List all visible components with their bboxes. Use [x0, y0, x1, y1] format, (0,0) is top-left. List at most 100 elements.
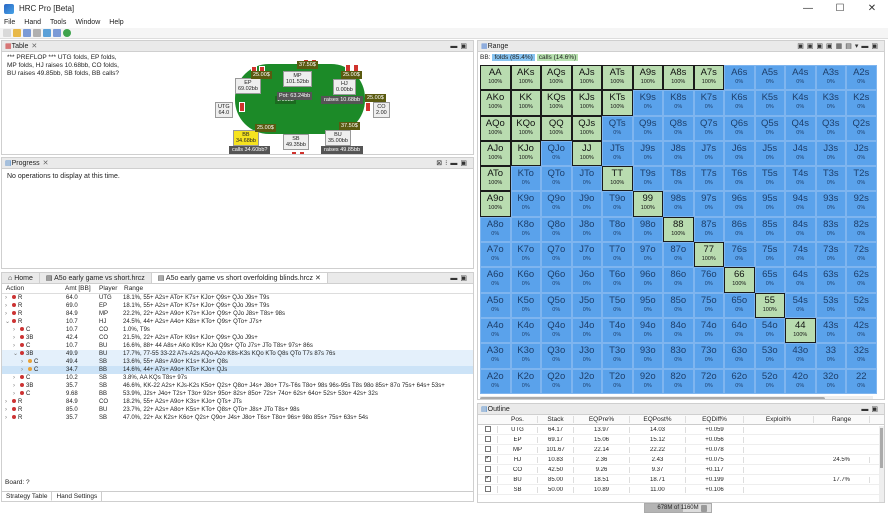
- range-cell-t2o[interactable]: T2o 0%: [602, 368, 633, 394]
- open-folder-icon[interactable]: [13, 29, 21, 37]
- table-row[interactable]: › R 85.0 BU 23.7%, 22+ A2s+ A8o+ K5s+ KTo+ Q…: [2, 406, 473, 414]
- range-cell-72s[interactable]: 72s 0%: [846, 242, 877, 268]
- outline-row[interactable]: EP 69.17 15.06 15.12 +0.056: [478, 435, 884, 445]
- range-cell-k6o[interactable]: K6o 0%: [510, 267, 541, 293]
- seat-utg[interactable]: UTG 64.0: [215, 102, 233, 118]
- expand-arrow-icon[interactable]: ›: [13, 390, 18, 398]
- run-icon[interactable]: [63, 29, 71, 37]
- range-cell-87o[interactable]: 87o 0%: [663, 242, 694, 268]
- table-row[interactable]: › R 84.9 MP 22.2%, 22+ A2s+ A9o+ K7s+ KJo+ Q…: [2, 310, 473, 318]
- range-cell-k5s[interactable]: K5s 0%: [754, 90, 785, 116]
- range-cell-a7o[interactable]: A7o 0%: [480, 242, 511, 268]
- range-cell-a9s[interactable]: A9s 100%: [632, 65, 663, 91]
- range-cell-64o[interactable]: 64o 0%: [724, 317, 755, 344]
- range-cell-j6o[interactable]: J6o 0%: [571, 267, 602, 293]
- range-cell-kjo[interactable]: KJo 100%: [510, 140, 541, 167]
- range-cell-q7o[interactable]: Q7o 0%: [541, 242, 572, 268]
- range-cell-q5o[interactable]: Q5o 0%: [541, 292, 572, 318]
- row-checkbox[interactable]: [484, 456, 491, 463]
- pane-minmax-icon[interactable]: ▬▣: [450, 274, 470, 282]
- range-cell-q6s[interactable]: Q6s 0%: [724, 115, 755, 141]
- col-pos[interactable]: Pos.: [498, 416, 538, 423]
- range-cell-a3o[interactable]: A3o 0%: [480, 343, 511, 369]
- row-checkbox[interactable]: [484, 466, 491, 473]
- range-cell-qq[interactable]: QQ 100%: [541, 115, 572, 141]
- range-cell-97o[interactable]: 97o 0%: [632, 242, 663, 268]
- range-view-icons[interactable]: ▣▣▣▣▦▤▾▬▣: [797, 42, 881, 50]
- range-cell-52o[interactable]: 52o 0%: [754, 368, 785, 394]
- range-cell-95s[interactable]: 95s 0%: [754, 191, 785, 217]
- range-cell-t5s[interactable]: T5s 0%: [754, 166, 785, 192]
- outline-vertical-scrollbar[interactable]: [879, 426, 884, 502]
- range-cell-q7s[interactable]: Q7s 0%: [693, 115, 724, 141]
- range-cell-q9s[interactable]: Q9s 0%: [632, 115, 663, 141]
- range-cell-t8o[interactable]: T8o 0%: [602, 216, 633, 243]
- range-cell-j8o[interactable]: J8o 0%: [571, 216, 602, 243]
- expand-arrow-icon[interactable]: ›: [5, 406, 10, 414]
- calculate-icon[interactable]: [43, 29, 51, 37]
- range-cell-t4s[interactable]: T4s 0%: [785, 166, 816, 192]
- minimize-button[interactable]: —: [792, 0, 824, 17]
- range-cell-q4s[interactable]: Q4s 0%: [785, 115, 816, 141]
- range-cell-75o[interactable]: 75o 0%: [693, 292, 724, 318]
- seat-co[interactable]: CO 2.00: [373, 102, 390, 118]
- range-cell-t7s[interactable]: T7s 0%: [693, 166, 724, 192]
- range-cell-t2s[interactable]: T2s 0%: [846, 166, 877, 192]
- range-cell-j3o[interactable]: J3o 0%: [571, 343, 602, 369]
- range-cell-j7s[interactable]: J7s 0%: [693, 140, 724, 167]
- range-cell-k3o[interactable]: K3o 0%: [510, 343, 541, 369]
- scrollbar-thumb[interactable]: [880, 428, 883, 468]
- range-cell-ajo[interactable]: AJo 100%: [480, 140, 511, 167]
- seat-ep[interactable]: EP 69.02bb: [235, 78, 261, 94]
- range-cell-t7o[interactable]: T7o 0%: [602, 242, 633, 268]
- table-row[interactable]: › C 9.68 BB 53.9%, J2s+ J4o+ T2s+ T3o+ 92s+ …: [2, 390, 473, 398]
- range-cell-j2s[interactable]: J2s 0%: [846, 140, 877, 167]
- col-range[interactable]: Range: [814, 416, 870, 423]
- tab-file-1[interactable]: ▤ A5o early game vs short.hrcz: [40, 273, 152, 283]
- range-cell-ajs[interactable]: AJs 100%: [571, 65, 602, 91]
- close-icon[interactable]: ✕: [43, 159, 49, 167]
- range-cell-73s[interactable]: 73s 0%: [815, 242, 846, 268]
- range-cell-a8s[interactable]: A8s 100%: [663, 65, 694, 91]
- range-cell-k2o[interactable]: K2o 0%: [510, 368, 541, 394]
- print-icon[interactable]: [33, 29, 41, 37]
- row-checkbox[interactable]: [484, 446, 491, 453]
- range-cell-54o[interactable]: 54o 0%: [754, 317, 785, 344]
- range-cell-88[interactable]: 88 100%: [663, 216, 694, 243]
- save-icon[interactable]: [23, 29, 31, 37]
- expand-arrow-icon[interactable]: ›: [21, 358, 26, 366]
- col-eqpre[interactable]: EQPre%: [574, 416, 630, 423]
- outline-row[interactable]: MP 101.67 22.14 22.22 +0.078: [478, 445, 884, 455]
- range-cell-33[interactable]: 33 0%: [815, 343, 846, 369]
- range-cell-a2o[interactable]: A2o 0%: [480, 368, 511, 394]
- expand-arrow-icon[interactable]: ›: [5, 294, 10, 302]
- range-cell-j4s[interactable]: J4s 0%: [785, 140, 816, 167]
- range-cell-aqs[interactable]: AQs 100%: [541, 65, 572, 91]
- range-cell-82o[interactable]: 82o 0%: [663, 368, 694, 394]
- range-cell-t5o[interactable]: T5o 0%: [602, 292, 633, 318]
- range-cell-84s[interactable]: 84s 0%: [785, 216, 816, 243]
- range-cell-t6o[interactable]: T6o 0%: [602, 267, 633, 293]
- range-cell-43s[interactable]: 43s 0%: [815, 317, 846, 344]
- range-cell-ats[interactable]: ATs 100%: [602, 65, 633, 91]
- range-cell-kk[interactable]: KK 100%: [510, 90, 541, 116]
- range-cell-96o[interactable]: 96o 0%: [632, 267, 663, 293]
- range-cell-66[interactable]: 66 100%: [724, 267, 755, 293]
- range-cell-53o[interactable]: 53o 0%: [754, 343, 785, 369]
- range-cell-76s[interactable]: 76s 0%: [724, 242, 755, 268]
- table-row[interactable]: › C 10.7 BU 16.6%, 88+ 44 A8s+ AKo K9s+ KJo …: [2, 342, 473, 350]
- range-cell-k7s[interactable]: K7s 0%: [693, 90, 724, 116]
- range-cell-k4s[interactable]: K4s 0%: [785, 90, 816, 116]
- col-exploit[interactable]: Exploit%: [744, 416, 814, 423]
- menu-help[interactable]: Help: [109, 19, 123, 26]
- table-row[interactable]: ⌄ R 10.7 HJ 24.5%, 44+ A2s+ A4o+ K8s+ KTo+ Q…: [2, 318, 473, 326]
- close-icon[interactable]: ✕: [315, 275, 321, 282]
- range-cell-63o[interactable]: 63o 0%: [724, 343, 755, 369]
- range-cell-k2s[interactable]: K2s 0%: [846, 90, 877, 116]
- range-cell-qto[interactable]: QTo 0%: [541, 166, 572, 192]
- range-cell-32o[interactable]: 32o 0%: [815, 368, 846, 394]
- table-row[interactable]: › 3B 42.4 CO 21.5%, 22+ A2s+ ATo+ K9s+ KJo+ …: [2, 334, 473, 342]
- range-cell-a9o[interactable]: A9o 100%: [480, 191, 511, 217]
- range-cell-77[interactable]: 77 100%: [693, 242, 724, 268]
- seat-bu[interactable]: BU 35.00bb: [325, 130, 351, 146]
